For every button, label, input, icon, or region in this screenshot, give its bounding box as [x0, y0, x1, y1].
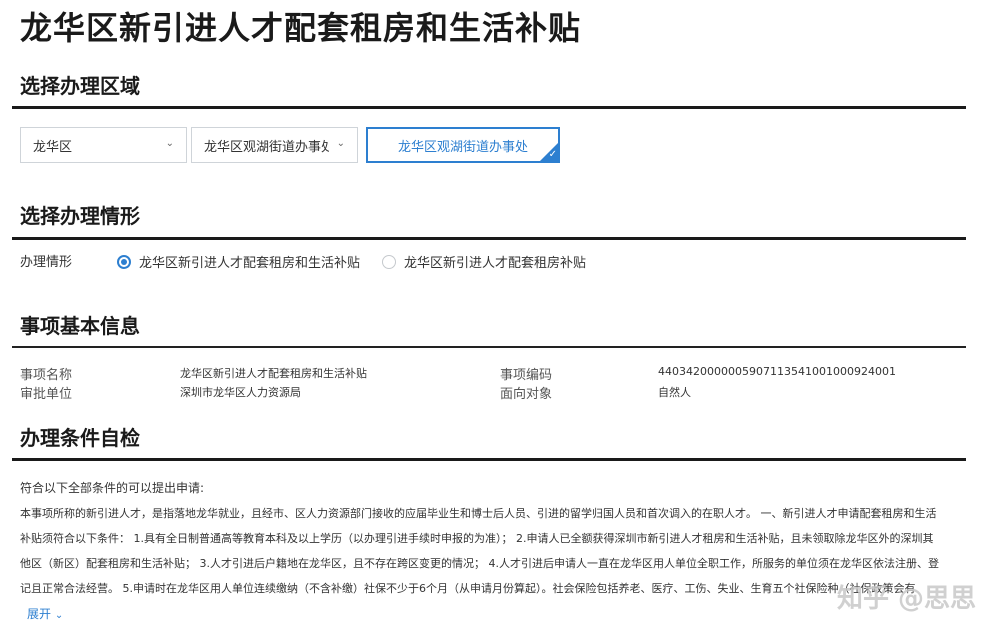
district-select-value: 龙华区	[33, 139, 73, 155]
item-code-label: 事项编码	[500, 368, 553, 383]
situation-section-title: 选择办理情形	[20, 204, 140, 228]
street-select-value: 龙华区观湖街道办事处	[204, 139, 329, 155]
conditions-divider	[12, 458, 966, 461]
region-section-title: 选择办理区域	[20, 74, 140, 98]
approval-unit-label: 审批单位	[20, 387, 73, 402]
conditions-line: 他区（新区）配套租房和生活补贴； 3.人才引进后户籍地在龙华区，且不存在跨区变更…	[20, 557, 939, 570]
situation-divider	[12, 237, 966, 240]
expand-button[interactable]: 展开 ⌄	[27, 605, 63, 622]
street-select[interactable]: 龙华区观湖街道办事处 ⌄	[191, 127, 358, 163]
page-title: 龙华区新引进人才配套租房和生活补贴	[20, 9, 582, 47]
radio-option-label: 龙华区新引进人才配套租房补贴	[404, 256, 587, 271]
region-divider	[12, 106, 966, 109]
conditions-text: 符合以下全部条件的可以提出申请: 本事项所称的新引进人才，是指落地龙华就业，且经…	[20, 479, 960, 594]
chevron-down-icon: ⌄	[165, 138, 174, 149]
radio-option-rent-and-living[interactable]: 龙华区新引进人才配套租房和生活补贴	[117, 252, 360, 271]
radio-unchecked-icon	[382, 254, 396, 269]
info-section-title: 事项基本信息	[20, 314, 140, 338]
conditions-section-title: 办理条件自检	[20, 426, 140, 450]
situation-label: 办理情形	[20, 255, 73, 270]
radio-option-label: 龙华区新引进人才配套租房和生活补贴	[139, 256, 361, 271]
conditions-line: 记且正常合法经营。 5.申请时在龙华区用人单位连续缴纳（不含补缴）社保不少于6个…	[20, 582, 916, 594]
conditions-line: 补贴须符合以下条件： 1.具有全日制普通高等教育本科及以上学历（以办理引进手续时…	[20, 532, 934, 545]
radio-checked-icon	[117, 254, 131, 269]
chevron-down-icon: ⌄	[54, 610, 64, 621]
conditions-line: 本事项所称的新引进人才，是指落地龙华就业，且经市、区人力资源部门接收的应届毕业生…	[20, 507, 937, 520]
target-audience-value: 自然人	[658, 386, 691, 399]
watermark: 知乎 @思思	[836, 584, 976, 614]
info-divider	[12, 346, 966, 348]
item-code-value: 440342000000590711354100100092400​1	[658, 365, 896, 378]
chevron-down-icon: ⌄	[336, 138, 345, 149]
district-select[interactable]: 龙华区 ⌄	[20, 127, 187, 163]
check-icon: ✓	[548, 149, 557, 160]
item-name-label: 事项名称	[20, 368, 73, 383]
item-name-value: 龙华区新引进人才配套租房和生活补贴	[180, 367, 367, 380]
target-audience-label: 面向对象	[500, 387, 553, 402]
expand-label: 展开	[27, 607, 52, 621]
radio-option-rent-only[interactable]: 龙华区新引进人才配套租房补贴	[382, 252, 586, 271]
office-card-label: 龙华区观湖街道办事处	[397, 139, 528, 155]
office-card-selected[interactable]: 龙华区观湖街道办事处 ✓	[366, 127, 560, 163]
conditions-lead: 符合以下全部条件的可以提出申请:	[20, 481, 205, 495]
approval-unit-value: 深圳市龙华区人力资源局	[180, 386, 301, 399]
